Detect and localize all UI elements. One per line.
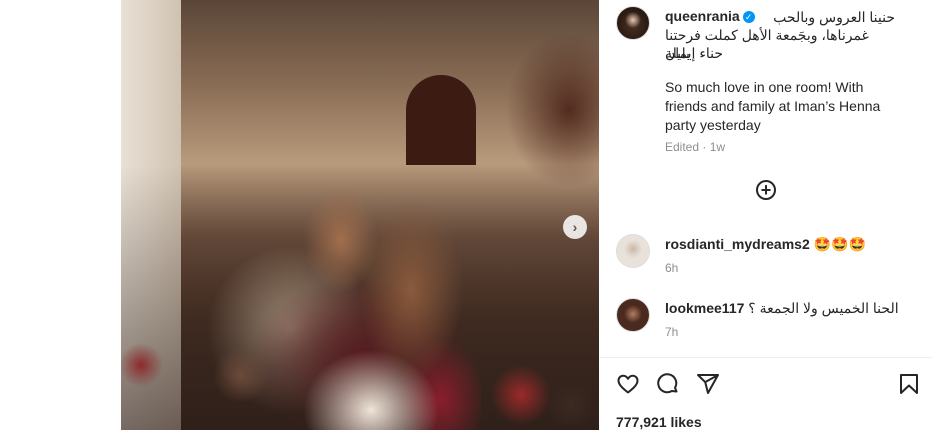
caption-meta: Edited · 1w xyxy=(665,140,726,154)
divider xyxy=(599,357,932,358)
comment-row: rosdianti_mydreams2 🤩🤩🤩 xyxy=(665,236,866,253)
avatar[interactable] xyxy=(616,234,650,268)
caption-english-line2: friends and family at Iman’s Henna xyxy=(665,98,881,114)
comment-text: 🤩🤩🤩 xyxy=(813,236,866,252)
plus-circle-icon[interactable]: + xyxy=(756,180,776,200)
caption-english-line1: So much love in one room! With xyxy=(665,79,864,95)
edited-label: Edited xyxy=(665,140,700,154)
caption-arabic-line3-text: حناء إيمان xyxy=(665,45,724,61)
post-photo[interactable]: › xyxy=(121,0,599,430)
caption-english-line3: party yesterday xyxy=(665,117,761,133)
caption-arabic-line1: حنينا العروس وبالحب xyxy=(773,9,895,25)
like-count[interactable]: 777,921 likes xyxy=(616,414,702,430)
comment-username[interactable]: lookmee117 xyxy=(665,300,744,316)
comment-time[interactable]: 6h xyxy=(665,261,678,275)
bookmark-icon[interactable] xyxy=(897,372,921,396)
comment-text: الحنا الخميس ولا الجمعة ؟ xyxy=(748,300,899,316)
heart-icon[interactable] xyxy=(616,372,640,396)
comment-bubble-icon[interactable] xyxy=(656,372,680,396)
photo-arch xyxy=(406,75,476,165)
comment-username[interactable]: rosdianti_mydreams2 xyxy=(665,236,810,252)
photo-subjects xyxy=(251,180,481,430)
avatar[interactable] xyxy=(616,6,650,40)
post-sidebar: queenrania ✓ حنينا العروس وبالحب غمرناها،… xyxy=(599,0,932,430)
comment-row: lookmee117 الحنا الخميس ولا الجمعة ؟ xyxy=(665,300,899,317)
caption-time[interactable]: 1w xyxy=(710,140,725,154)
chevron-right-icon[interactable]: › xyxy=(563,215,587,239)
comment-time[interactable]: 7h xyxy=(665,325,678,339)
caption-arabic-line3: حناء إيمان xyxy=(665,44,895,62)
avatar[interactable] xyxy=(616,298,650,332)
paper-plane-icon[interactable] xyxy=(696,372,720,396)
